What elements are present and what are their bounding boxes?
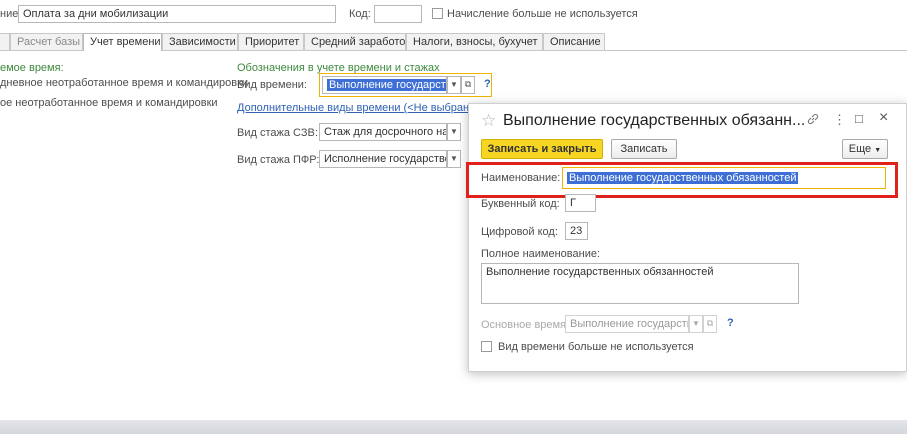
name-field-value: Оплата за дни мобилизации xyxy=(23,8,169,20)
pfr-label: Вид стажа ПФР: xyxy=(237,154,320,166)
letter-code-label: Буквенный код: xyxy=(481,198,560,210)
tab-calc-base[interactable]: Расчет базы xyxy=(10,33,83,50)
letter-code-input[interactable]: Г xyxy=(565,194,596,212)
letter-code-value: Г xyxy=(570,197,576,209)
tab-label: Описание xyxy=(550,36,601,48)
time-kind-dialog: ☆ Выполнение государственных обязанн... … xyxy=(466,103,907,372)
pfr-dropdown-button[interactable]: ▼ xyxy=(447,150,461,168)
chevron-down-icon: ▼ xyxy=(692,319,700,328)
name-field[interactable]: Оплата за дни мобилизации xyxy=(18,5,336,23)
more-button[interactable]: Еще ▼ xyxy=(842,139,888,159)
main-time-value: Выполнение государстве xyxy=(570,318,689,330)
tab-hidden-left[interactable] xyxy=(0,33,10,50)
additional-time-kinds-link[interactable]: Дополнительные виды времени (<Не выбраны… xyxy=(237,102,487,114)
time-kind-value: Выполнение государстве xyxy=(327,79,446,91)
digit-code-label: Цифровой код: xyxy=(481,226,558,238)
digit-code-input[interactable]: 23 xyxy=(565,222,588,240)
chevron-down-icon: ▼ xyxy=(450,80,458,89)
more-label: Еще xyxy=(848,143,872,155)
code-field[interactable] xyxy=(374,5,422,23)
save-label: Записать xyxy=(620,143,668,155)
dialog-title: Выполнение государственных обязанн... xyxy=(503,112,806,129)
maximize-icon[interactable]: □ xyxy=(855,111,863,126)
open-window-icon: ⧉ xyxy=(464,79,472,89)
main-time-field[interactable]: Выполнение государстве xyxy=(565,315,689,333)
pfr-value: Исполнение государстве xyxy=(324,153,447,165)
time-kind-label: Вид времени: xyxy=(237,79,307,91)
tab-label: Учет времени xyxy=(90,36,161,48)
tab-dependencies[interactable]: Зависимости xyxy=(162,33,238,50)
tab-label: Налоги, взносы, бухучет xyxy=(413,36,538,48)
tab-label: Приоритет xyxy=(245,36,300,48)
code-label: Код: xyxy=(349,8,371,20)
save-button[interactable]: Записать xyxy=(611,139,677,159)
tab-priority[interactable]: Приоритет xyxy=(238,33,304,50)
time-kind-unused-label: Вид времени больше не используется xyxy=(498,341,694,353)
name-input[interactable]: Выполнение государственных обязанностей xyxy=(562,167,886,189)
pfr-field[interactable]: Исполнение государстве xyxy=(319,150,447,168)
accounted-time-heading: емое время: xyxy=(0,62,64,74)
accounted-time-line-2: ое неотработанное время и командировки xyxy=(0,97,218,109)
open-window-icon: ⧉ xyxy=(706,318,714,328)
time-kind-field[interactable]: Выполнение государстве xyxy=(322,76,447,94)
szv-label: Вид стажа СЗВ: xyxy=(237,127,318,139)
chevron-down-icon: ▼ xyxy=(874,147,882,154)
tab-description[interactable]: Описание xyxy=(543,33,605,50)
full-name-label: Полное наименование: xyxy=(481,248,601,260)
tab-taxes[interactable]: Налоги, взносы, бухучет xyxy=(406,33,543,50)
accounted-time-line-1: дневное неотработанное время и командиро… xyxy=(0,77,249,89)
tab-time-accounting[interactable]: Учет времени xyxy=(83,33,162,51)
favorite-star-icon[interactable]: ☆ xyxy=(481,111,496,131)
save-and-close-label: Записать и закрыть xyxy=(487,143,597,155)
main-time-dropdown-button[interactable]: ▼ xyxy=(689,315,703,333)
digit-code-value: 23 xyxy=(570,225,583,237)
time-kind-open-button[interactable]: ⧉ xyxy=(461,76,475,94)
main-time-label: Основное время: xyxy=(481,319,570,331)
time-kind-unused-checkbox[interactable] xyxy=(481,341,492,352)
full-name-value: Выполнение государственных обязанностей xyxy=(486,266,714,278)
close-icon[interactable]: × xyxy=(879,109,888,127)
tab-label: Зависимости xyxy=(169,36,236,48)
time-kind-help-icon[interactable]: ? xyxy=(484,78,491,90)
chevron-down-icon: ▼ xyxy=(450,127,458,136)
tab-average-earnings[interactable]: Средний заработок xyxy=(304,33,410,50)
main-time-help-icon[interactable]: ? xyxy=(727,317,734,329)
save-and-close-button[interactable]: Записать и закрыть xyxy=(481,139,603,159)
full-name-textarea[interactable]: Выполнение государственных обязанностей xyxy=(481,263,799,304)
tab-label: Средний заработок xyxy=(311,36,411,48)
link-icon[interactable] xyxy=(807,113,819,128)
main-time-open-button[interactable]: ⧉ xyxy=(703,315,717,333)
not-used-checkbox-label: Начисление больше не используется xyxy=(447,8,638,20)
more-actions-icon[interactable]: ⋮ xyxy=(833,112,846,128)
szv-dropdown-button[interactable]: ▼ xyxy=(447,123,461,141)
name-value: Выполнение государственных обязанностей xyxy=(567,172,799,184)
bottom-panel xyxy=(0,420,907,434)
tab-label: Расчет базы xyxy=(17,36,81,48)
time-kind-dropdown-button[interactable]: ▼ xyxy=(447,76,461,94)
szv-field[interactable]: Стаж для досрочного наз xyxy=(319,123,447,141)
chevron-down-icon: ▼ xyxy=(450,154,458,163)
szv-value: Стаж для досрочного наз xyxy=(324,126,447,138)
not-used-checkbox[interactable] xyxy=(432,8,443,19)
name-label: Наименование: xyxy=(481,172,561,184)
